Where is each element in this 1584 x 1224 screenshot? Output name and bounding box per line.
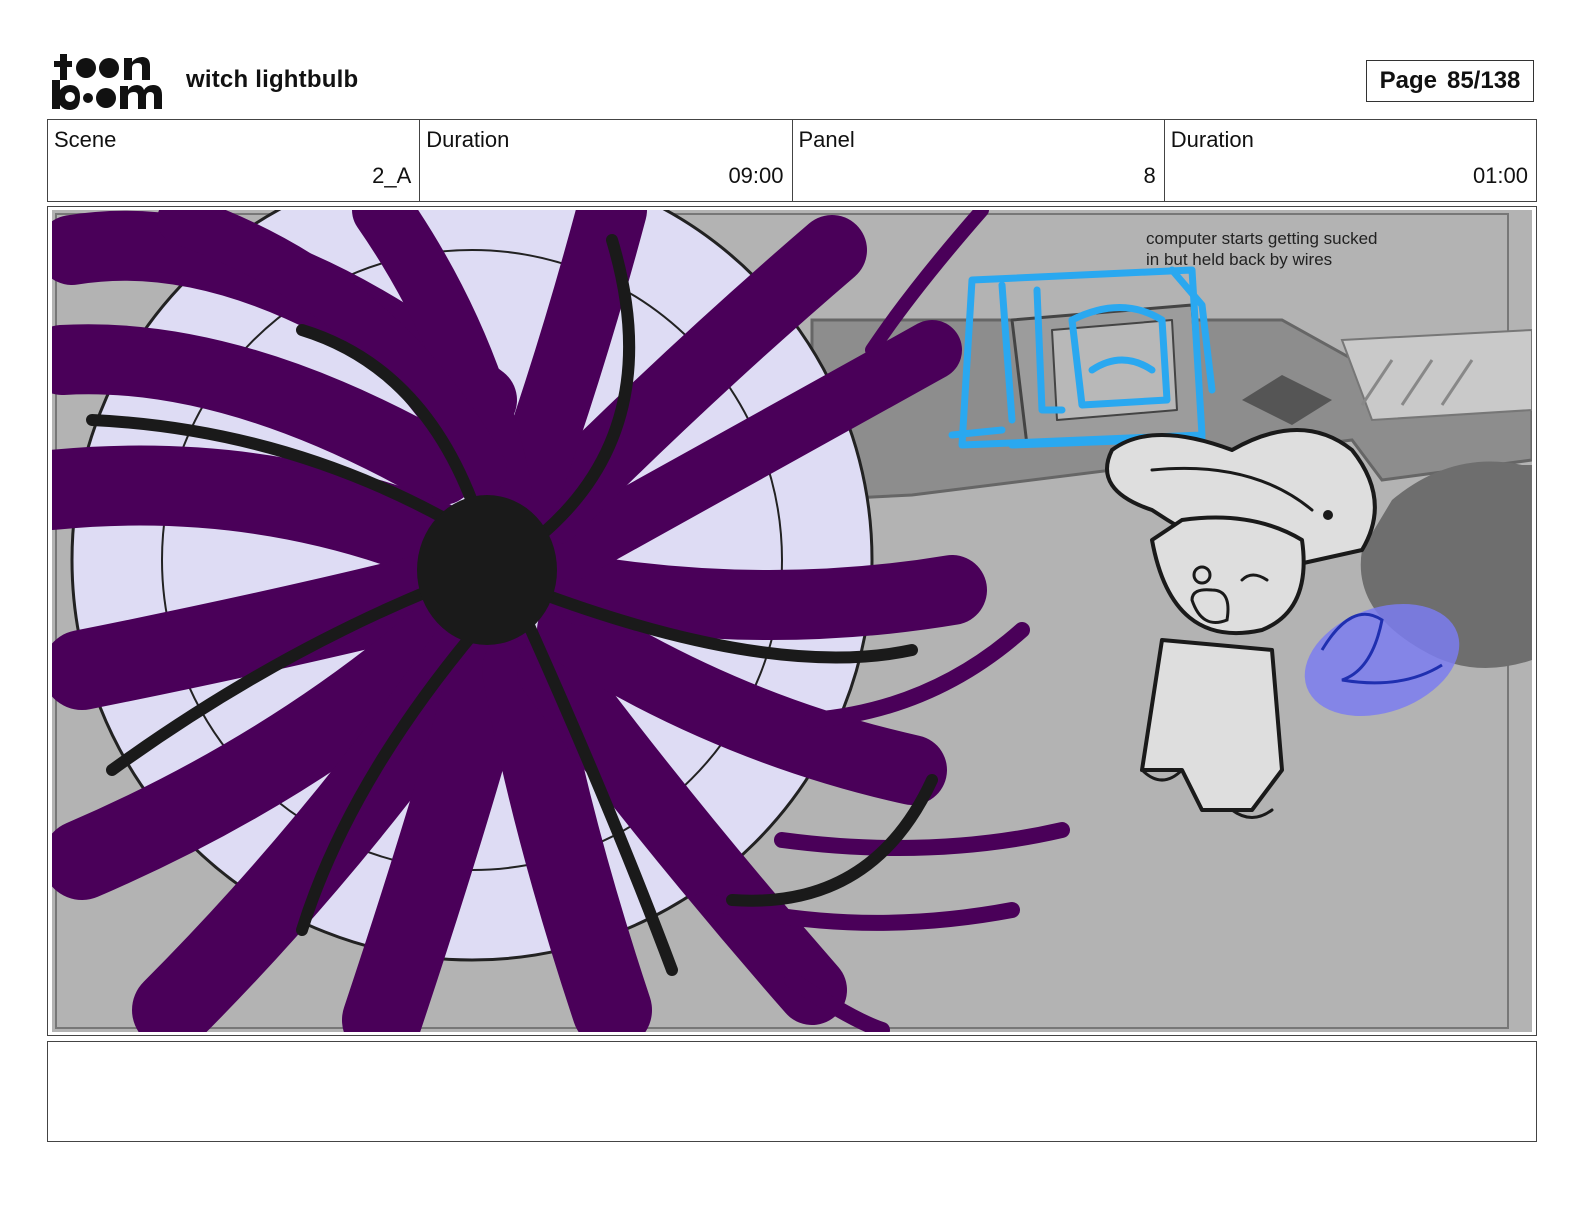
page-indicator: Page 85/138 <box>1366 60 1534 102</box>
scene-value: 2_A <box>372 163 412 188</box>
panel-info-row: Scene 2_A Duration 09:00 Panel 8 Duratio… <box>47 119 1537 202</box>
toon-boom-logo <box>52 50 164 112</box>
panel-notes-box <box>47 1041 1537 1142</box>
toon-boom-logo-icon <box>52 54 162 110</box>
panel-duration-value: 01:00 <box>1472 163 1528 188</box>
panel-note: computer starts getting sucked in but he… <box>1146 229 1378 269</box>
panel-cell: Panel 8 <box>793 120 1165 201</box>
project-title: witch lightbulb <box>186 66 359 93</box>
panel-label: Panel <box>798 127 855 152</box>
storyboard-sketch <box>52 210 1532 1032</box>
panel-duration-label: Duration <box>1170 127 1254 152</box>
page-number: 85/138 <box>1446 67 1521 94</box>
panel-duration-cell: Duration 01:00 <box>1165 120 1536 201</box>
page-label: Page <box>1379 67 1437 94</box>
scene-cell: Scene 2_A <box>48 120 421 201</box>
scene-label: Scene <box>54 127 117 152</box>
scene-duration-label: Duration <box>426 127 510 152</box>
scene-duration-cell: Duration 09:00 <box>420 120 793 201</box>
scene-duration-value: 09:00 <box>728 163 784 188</box>
storyboard-panel-image <box>52 210 1532 1032</box>
panel-value: 8 <box>1143 163 1156 188</box>
